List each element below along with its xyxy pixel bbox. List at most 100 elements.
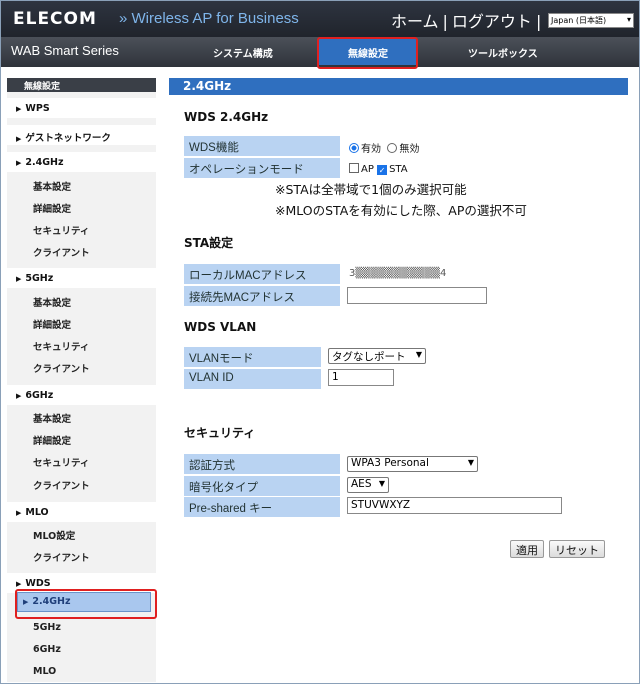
vlan-mode-select[interactable]: タグなしポート ▼ xyxy=(328,348,426,364)
mode-ap-label: AP xyxy=(361,164,374,175)
sidebar-item[interactable]: MLO xyxy=(7,662,156,682)
sidebar-item[interactable]: MLO設定 xyxy=(7,524,156,544)
reset-button[interactable]: リセット xyxy=(549,540,605,558)
cipher-select[interactable]: AES ▼ xyxy=(347,477,389,493)
sidebar-item[interactable]: 6GHz xyxy=(7,640,156,660)
wds-section-heading: WDS 2.4GHz xyxy=(184,110,269,124)
auth-label: 認証方式 xyxy=(184,454,340,474)
apply-button[interactable]: 適用 xyxy=(510,540,544,558)
sidebar-item[interactable]: クライアント xyxy=(7,474,156,494)
note-mlo: ※MLOのSTAを有効にした際、APの選択不可 xyxy=(275,203,527,218)
sidebar-section[interactable]: ▶ 2.4GHz xyxy=(7,152,156,172)
series-name: WAB Smart Series xyxy=(11,43,119,58)
security-section-heading: セキュリティ xyxy=(184,426,256,440)
operation-mode-label: オペレーションモード xyxy=(184,158,340,178)
tab-system[interactable]: システム構成 xyxy=(213,45,273,60)
sidebar-item-label: 詳細設定 xyxy=(33,320,72,331)
sidebar-item-label: 基本設定 xyxy=(33,182,72,193)
sidebar-item-label: クライアント xyxy=(33,553,90,564)
sidebar-item[interactable]: 基本設定 xyxy=(7,175,156,195)
sidebar-section-label: 6GHz xyxy=(25,390,54,401)
brand-bar: ELECOM » Wireless AP for Business ホーム | ログ… xyxy=(1,1,639,37)
page-title: 2.4GHz xyxy=(169,78,628,95)
divider: | xyxy=(535,12,542,31)
sidebar-section[interactable]: ▶ MLO xyxy=(7,502,156,522)
sidebar-section-label: WDS xyxy=(25,578,51,589)
sidebar-section[interactable]: ▶ ゲストネットワーク xyxy=(7,125,156,145)
local-mac-value: 3▒▒▒▒▒▒▒▒▒▒▒4 xyxy=(349,268,447,279)
sidebar-item[interactable]: クライアント xyxy=(7,241,156,261)
triangle-right-icon: ▶ xyxy=(16,392,22,400)
triangle-right-icon: ▶ xyxy=(16,105,22,113)
product-name: » Wireless AP for Business xyxy=(119,10,299,27)
vlan-id-label: VLAN ID xyxy=(184,369,321,389)
triangle-right-icon: ▶ xyxy=(16,275,22,283)
sidebar-section[interactable]: ▶ 5GHz xyxy=(7,268,156,288)
triangle-right-icon: ▶ xyxy=(16,135,22,143)
language-select[interactable]: Japan (日本語) ▾ xyxy=(548,13,634,28)
tab-toolbox[interactable]: ツールボックス xyxy=(468,45,538,60)
auth-value: WPA3 Personal xyxy=(351,457,429,469)
sidebar-item[interactable]: セキュリティ xyxy=(7,451,156,471)
language-value: Japan (日本語) xyxy=(551,16,607,25)
chevron-down-icon: ▼ xyxy=(378,479,385,488)
wds-enabled-label: 有効 xyxy=(361,144,381,155)
psk-input[interactable]: STUVWXYZ xyxy=(347,497,562,514)
sidebar-title: 無線設定 xyxy=(7,78,156,92)
sidebar-item[interactable]: セキュリティ xyxy=(7,335,156,355)
mode-sta-label: STA xyxy=(389,164,408,175)
triangle-right-icon: ▶ xyxy=(16,159,22,167)
sidebar-item[interactable]: 詳細設定 xyxy=(7,313,156,333)
sidebar-section-label: ゲストネットワーク xyxy=(25,133,111,144)
sidebar-item-label: MLO xyxy=(33,666,57,677)
vlan-mode-label: VLANモード xyxy=(184,347,321,367)
top-links: ホーム | ログアウト | xyxy=(391,8,545,32)
sidebar-item[interactable]: 5GHz xyxy=(7,618,156,638)
sidebar-item[interactable]: セキュリティ xyxy=(7,219,156,239)
vlan-mode-value: タグなしポート xyxy=(332,351,406,363)
triangle-right-icon: ▶ xyxy=(16,509,22,517)
sidebar-item[interactable]: 詳細設定 xyxy=(7,429,156,449)
highlight-box xyxy=(317,37,418,69)
home-link[interactable]: ホーム xyxy=(391,12,439,31)
wds-enabled-radio[interactable] xyxy=(349,143,359,153)
sidebar-item-label: クライアント xyxy=(33,248,90,259)
wds-disabled-label: 無効 xyxy=(399,144,420,155)
sidebar-section[interactable]: ▶ WPS xyxy=(7,98,156,118)
sidebar-section-label: 5GHz xyxy=(25,273,54,284)
vlan-id-input[interactable]: 1 xyxy=(328,369,394,386)
mode-sta-checkbox[interactable]: ✓ xyxy=(377,165,388,175)
sidebar-item[interactable]: 基本設定 xyxy=(7,407,156,427)
remote-mac-label: 接続先MACアドレス xyxy=(184,286,340,306)
note-sta: ※STAは全帯域で1個のみ選択可能 xyxy=(275,182,467,197)
sidebar-item[interactable]: 基本設定 xyxy=(7,291,156,311)
logout-link[interactable]: ログアウト xyxy=(452,12,532,31)
sidebar-item-label: 基本設定 xyxy=(33,414,72,425)
auth-select[interactable]: WPA3 Personal ▼ xyxy=(347,456,478,472)
highlight-box xyxy=(15,589,157,619)
remote-mac-input[interactable] xyxy=(347,287,487,304)
local-mac-label: ローカルMACアドレス xyxy=(184,264,340,284)
sidebar-item[interactable]: クライアント xyxy=(7,546,156,566)
wds-disabled-radio[interactable] xyxy=(387,143,398,153)
sidebar-item-label: セキュリティ xyxy=(33,342,90,353)
sidebar-section-label: WPS xyxy=(25,103,50,114)
mode-ap-checkbox[interactable] xyxy=(349,163,359,173)
triangle-right-icon: ▶ xyxy=(16,580,22,588)
sidebar-item-label: MLO設定 xyxy=(33,531,76,542)
wds-function-label: WDS機能 xyxy=(184,136,340,156)
sidebar-item-label: セキュリティ xyxy=(33,458,90,469)
wds-function-radios: 有効 無効 xyxy=(349,140,419,155)
psk-label: Pre-shared キー xyxy=(184,497,340,517)
chevron-down-icon: ▼ xyxy=(415,350,422,359)
sidebar-item-label: 5GHz xyxy=(33,622,61,633)
sidebar-item-label: 詳細設定 xyxy=(33,204,72,215)
sidebar-section[interactable]: ▶ 6GHz xyxy=(7,385,156,405)
sidebar-item-label: 詳細設定 xyxy=(33,436,72,447)
sidebar-section-label: MLO xyxy=(25,507,49,518)
sidebar-item-label: クライアント xyxy=(33,481,90,492)
sidebar-item[interactable]: クライアント xyxy=(7,357,156,377)
sidebar-item-label: 6GHz xyxy=(33,644,61,655)
sidebar-item-label: 基本設定 xyxy=(33,298,72,309)
sidebar-item[interactable]: 詳細設定 xyxy=(7,197,156,217)
